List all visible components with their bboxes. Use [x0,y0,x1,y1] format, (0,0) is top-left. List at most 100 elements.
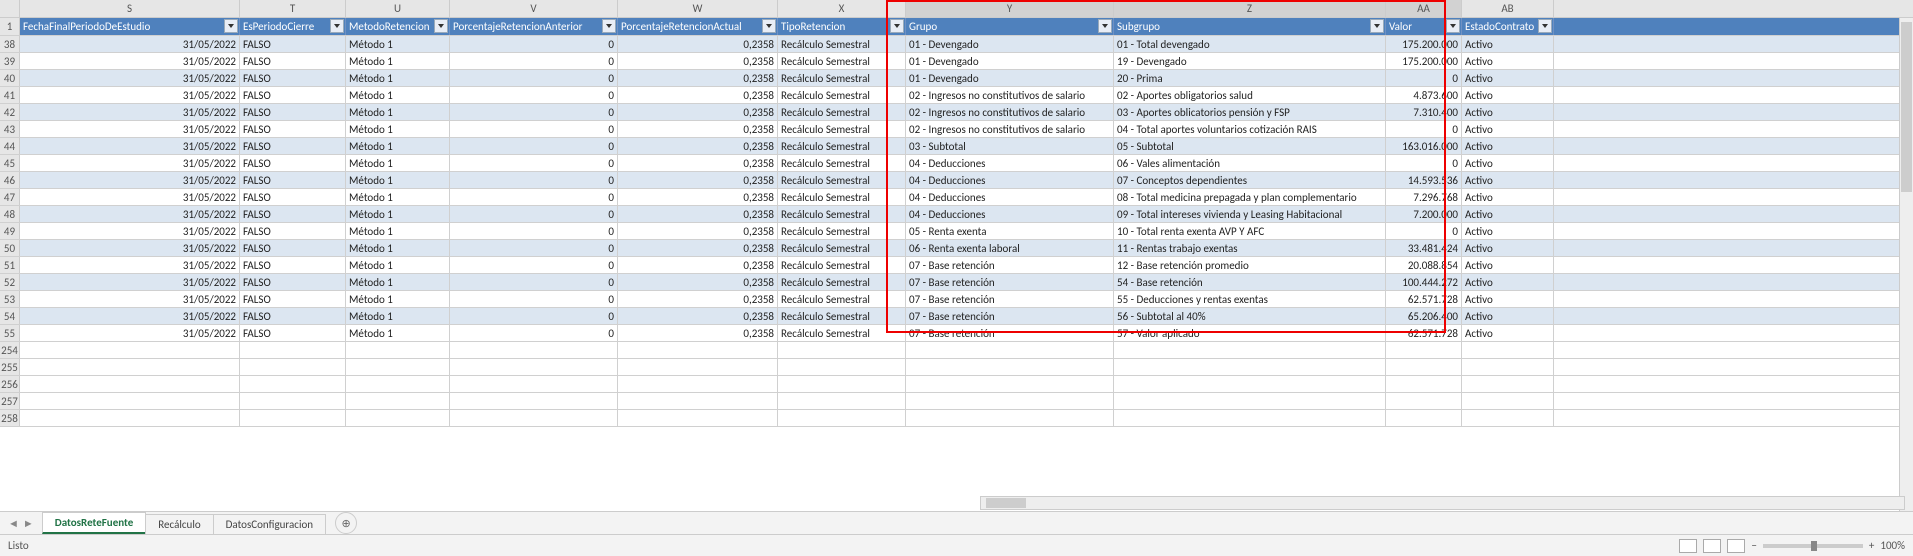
cell-W[interactable]: 0,2358 [618,240,778,256]
filter-dropdown-icon[interactable] [1370,19,1384,33]
cell-W[interactable]: 0,2358 [618,36,778,52]
horizontal-scrollbar[interactable] [980,496,1905,510]
cell-V[interactable]: 0 [450,87,618,103]
cell-W[interactable]: 0,2358 [618,155,778,171]
cell-S[interactable]: 31/05/2022 [20,240,240,256]
table-row[interactable]: 4231/05/2022FALSOMétodo 100,2358Recálcul… [0,104,1913,121]
cell-Z[interactable]: 05 - Subtotal [1114,138,1386,154]
header-cell-V[interactable]: PorcentajeRetencionAnterior [450,18,618,35]
cell-T[interactable]: FALSO [240,53,346,69]
cell-AA[interactable]: 62.571.728 [1386,325,1462,341]
cell-Y[interactable] [906,376,1114,392]
cell-Y[interactable]: 02 - Ingresos no constitutivos de salari… [906,104,1114,120]
header-cell-U[interactable]: MetodoRetencion [346,18,450,35]
cell-Y[interactable]: 04 - Deducciones [906,206,1114,222]
cell-Z[interactable]: 55 - Deducciones y rentas exentas [1114,291,1386,307]
cell-U[interactable]: Método 1 [346,87,450,103]
cell-T[interactable]: FALSO [240,36,346,52]
cell-AB[interactable] [1462,359,1554,375]
cell-AA[interactable]: 0 [1386,223,1462,239]
cell-Y[interactable]: 01 - Devengado [906,53,1114,69]
cell-T[interactable]: FALSO [240,121,346,137]
cell-X[interactable]: Recálculo Semestral [778,223,906,239]
cell-T[interactable]: FALSO [240,155,346,171]
cell-AA[interactable]: 14.593.536 [1386,172,1462,188]
cell-V[interactable]: 0 [450,308,618,324]
cell-AA[interactable] [1386,410,1462,426]
table-row[interactable]: 5531/05/2022FALSOMétodo 100,2358Recálcul… [0,325,1913,342]
cell-AB[interactable]: Activo [1462,70,1554,86]
cell-AA[interactable]: 0 [1386,70,1462,86]
view-page-layout-button[interactable] [1703,539,1721,553]
table-row[interactable]: 5031/05/2022FALSOMétodo 100,2358Recálcul… [0,240,1913,257]
cell-T[interactable]: FALSO [240,87,346,103]
cell-Y[interactable] [906,359,1114,375]
cell-W[interactable]: 0,2358 [618,223,778,239]
filter-dropdown-icon[interactable] [1446,19,1460,33]
row-number[interactable]: 258 [0,410,20,426]
cell-S[interactable]: 31/05/2022 [20,53,240,69]
cell-W[interactable]: 0,2358 [618,121,778,137]
cell-X[interactable]: Recálculo Semestral [778,257,906,273]
sheet-tab[interactable]: DatosConfiguracion [213,514,326,534]
cell-U[interactable]: Método 1 [346,138,450,154]
cell-AB[interactable]: Activo [1462,257,1554,273]
cell-AB[interactable]: Activo [1462,104,1554,120]
cell-T[interactable]: FALSO [240,189,346,205]
row-number[interactable]: 50 [0,240,20,256]
cell-X[interactable]: Recálculo Semestral [778,53,906,69]
row-number[interactable]: 44 [0,138,20,154]
cell-Y[interactable]: 06 - Renta exenta laboral [906,240,1114,256]
table-row[interactable]: 4731/05/2022FALSOMétodo 100,2358Recálcul… [0,189,1913,206]
cell-Z[interactable] [1114,376,1386,392]
row-number[interactable]: 46 [0,172,20,188]
column-letter-AB[interactable]: AB [1462,0,1554,17]
cell-W[interactable]: 0,2358 [618,206,778,222]
cell-V[interactable] [450,359,618,375]
cell-W[interactable]: 0,2358 [618,189,778,205]
cell-AB[interactable]: Activo [1462,240,1554,256]
cell-S[interactable]: 31/05/2022 [20,155,240,171]
cell-X[interactable]: Recálculo Semestral [778,189,906,205]
row-number[interactable]: 43 [0,121,20,137]
row-number[interactable]: 45 [0,155,20,171]
column-letter-AA[interactable]: AA [1386,0,1462,17]
table-row[interactable]: 4031/05/2022FALSOMétodo 100,2358Recálcul… [0,70,1913,87]
cell-V[interactable]: 0 [450,206,618,222]
cell-AA[interactable]: 163.016.000 [1386,138,1462,154]
vertical-scroll-thumb[interactable] [1901,22,1912,192]
cell-T[interactable]: FALSO [240,308,346,324]
cell-Z[interactable]: 20 - Prima [1114,70,1386,86]
cell-V[interactable]: 0 [450,155,618,171]
cell-Y[interactable]: 07 - Base retención [906,291,1114,307]
cell-X[interactable]: Recálculo Semestral [778,87,906,103]
cell-AA[interactable]: 65.206.400 [1386,308,1462,324]
cell-Z[interactable]: 56 - Subtotal al 40% [1114,308,1386,324]
cell-X[interactable] [778,376,906,392]
cell-AB[interactable]: Activo [1462,172,1554,188]
cell-W[interactable]: 0,2358 [618,87,778,103]
cell-V[interactable]: 0 [450,70,618,86]
cell-Y[interactable] [906,342,1114,358]
cell-Y[interactable]: 07 - Base retención [906,274,1114,290]
data-grid[interactable]: 3831/05/2022FALSOMétodo 100,2358Recálcul… [0,36,1913,427]
cell-T[interactable]: FALSO [240,104,346,120]
cell-U[interactable]: Método 1 [346,36,450,52]
cell-AA[interactable]: 7.200.000 [1386,206,1462,222]
cell-W[interactable]: 0,2358 [618,172,778,188]
cell-Z[interactable]: 02 - Aportes obligatorios salud [1114,87,1386,103]
cell-W[interactable]: 0,2358 [618,104,778,120]
cell-S[interactable] [20,376,240,392]
table-row[interactable]: 4631/05/2022FALSOMétodo 100,2358Recálcul… [0,172,1913,189]
cell-V[interactable]: 0 [450,325,618,341]
cell-U[interactable]: Método 1 [346,104,450,120]
table-row[interactable]: 254 [0,342,1913,359]
row-number[interactable]: 255 [0,359,20,375]
cell-V[interactable]: 0 [450,240,618,256]
cell-T[interactable]: FALSO [240,257,346,273]
cell-V[interactable] [450,376,618,392]
table-row[interactable]: 4831/05/2022FALSOMétodo 100,2358Recálcul… [0,206,1913,223]
cell-AA[interactable]: 4.873.600 [1386,87,1462,103]
header-cell-Z[interactable]: Subgrupo [1114,18,1386,35]
cell-X[interactable]: Recálculo Semestral [778,70,906,86]
